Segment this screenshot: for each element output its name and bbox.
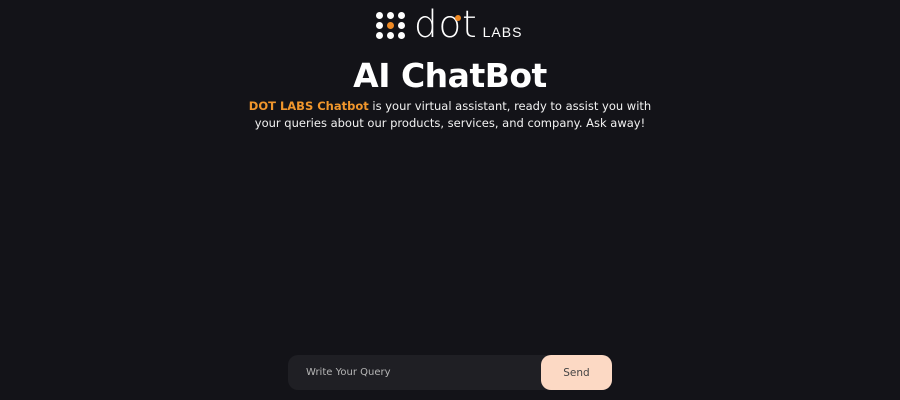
intro-brand: DOT LABS Chatbot	[248, 99, 369, 113]
intro-description: DOT LABS Chatbot is your virtual assista…	[240, 98, 660, 132]
dot-labs-logo: dot LABS	[376, 3, 523, 46]
logo-dots-icon	[376, 12, 406, 39]
logo-suffix: LABS	[482, 24, 523, 40]
logo-wordmark: dot	[414, 3, 478, 46]
query-bar: Send	[288, 355, 612, 390]
chat-page: dot LABS AI ChatBot DOT LABS Chatbot is …	[0, 0, 900, 400]
logo-accent-dot	[455, 15, 461, 21]
query-input[interactable]	[288, 355, 541, 390]
send-button[interactable]: Send	[541, 355, 612, 390]
page-title: AI ChatBot	[353, 56, 547, 95]
